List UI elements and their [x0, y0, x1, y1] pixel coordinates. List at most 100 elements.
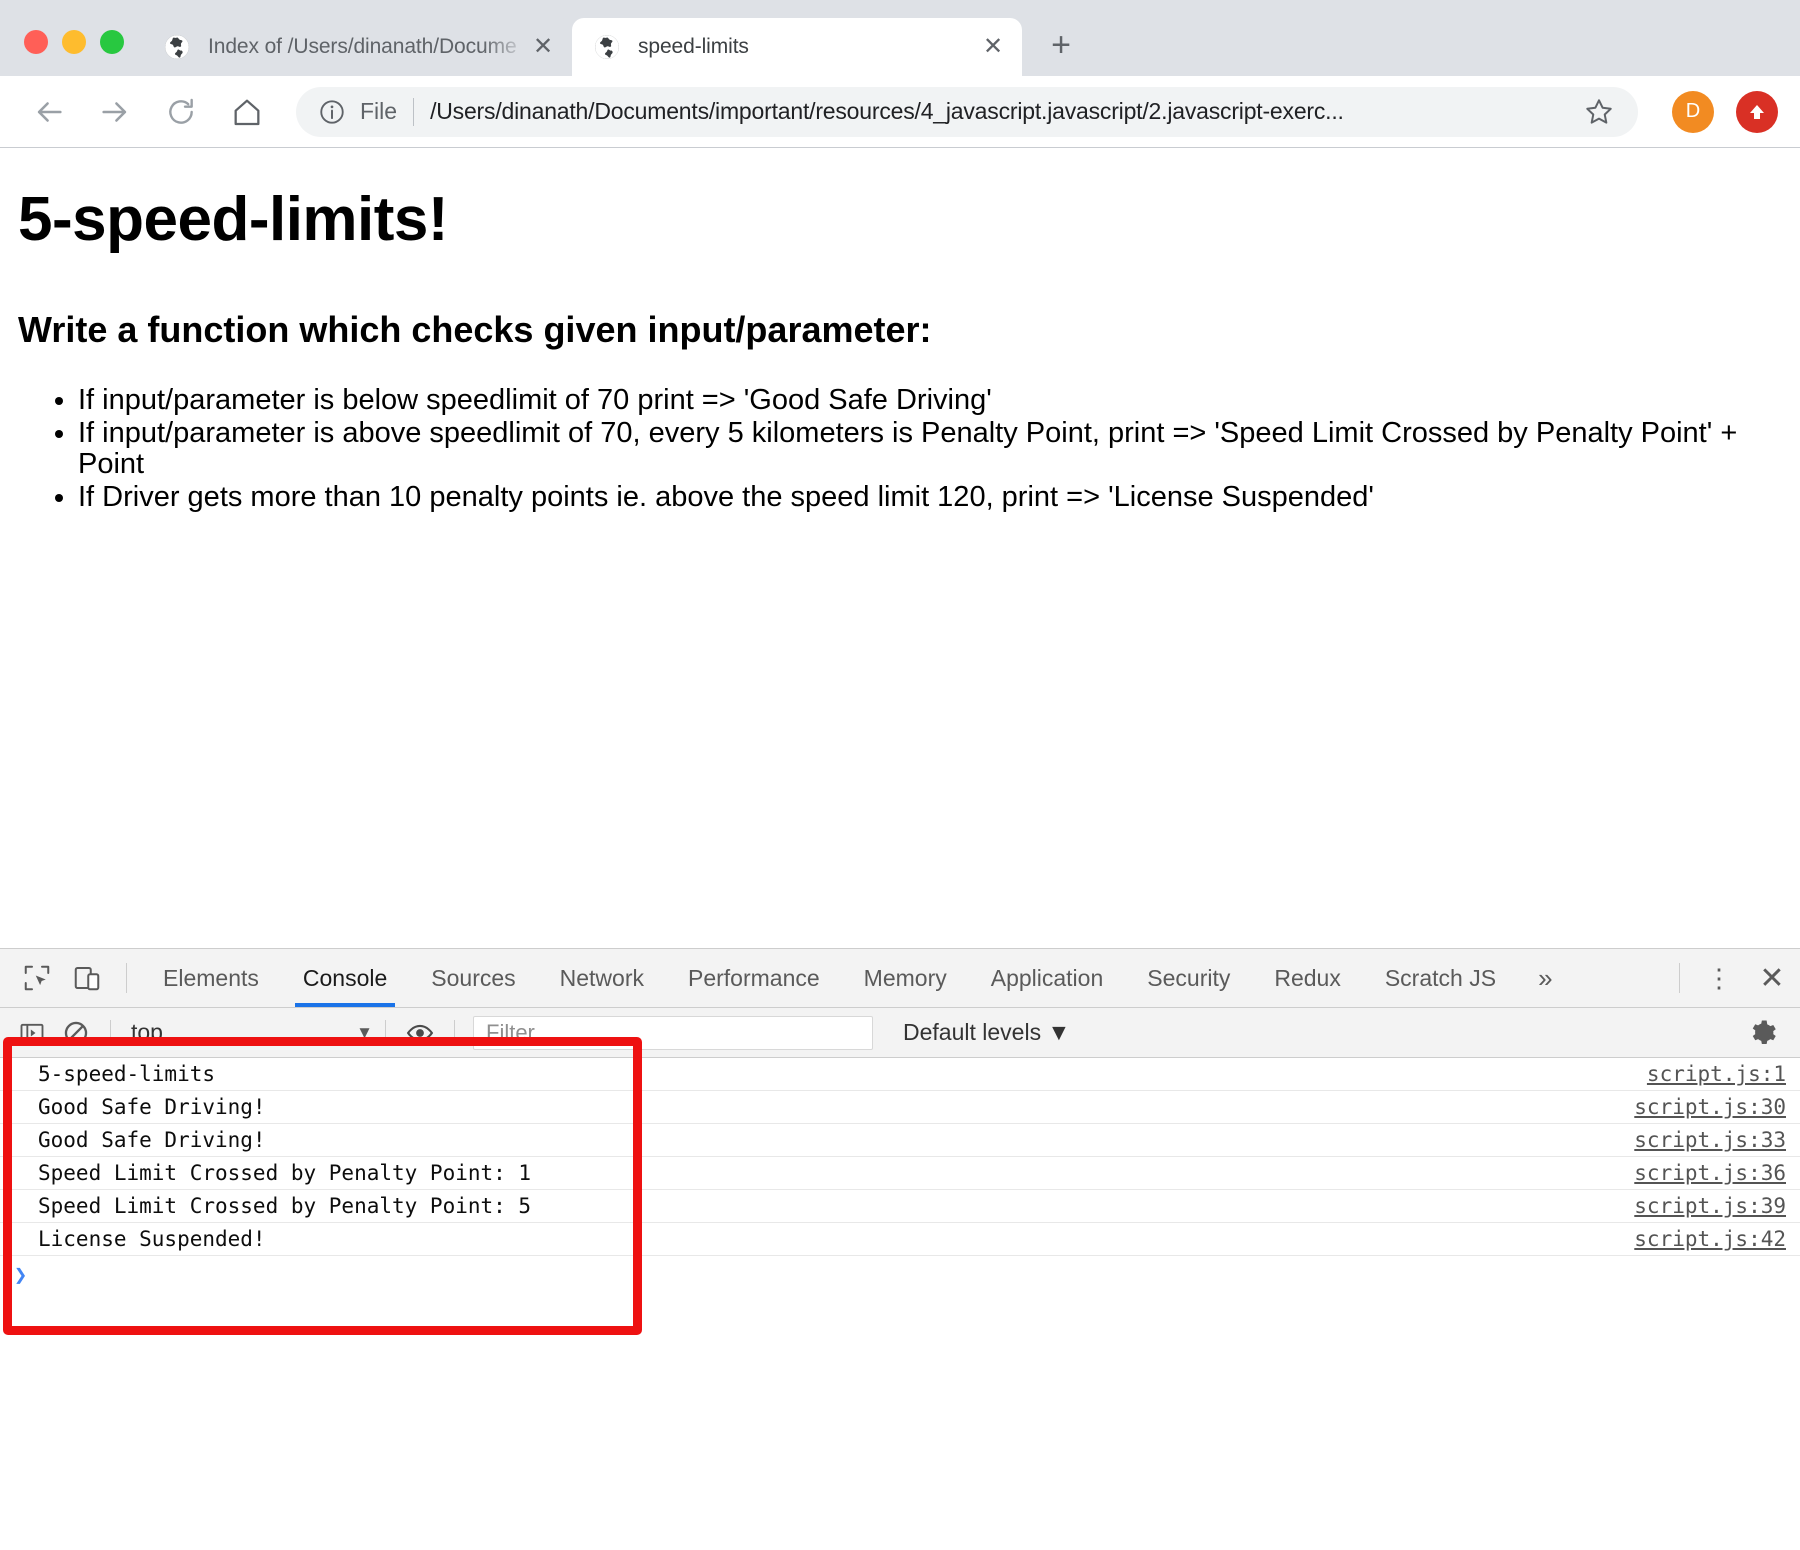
console-filter-input[interactable]: Filter [473, 1015, 873, 1050]
devtools-tabbar: Elements Console Sources Network Perform… [0, 949, 1800, 1008]
log-levels-dropdown[interactable]: Default levels ▼ [903, 1019, 1070, 1046]
maximize-window-button[interactable] [100, 30, 124, 54]
tab-title: Index of /Users/dinanath/Docume [208, 35, 517, 58]
close-tab-button[interactable]: ✕ [528, 32, 558, 62]
home-button[interactable] [220, 85, 274, 139]
console-filter-bar: top ▼ Filter Default levels ▼ [0, 1008, 1800, 1058]
clear-console-icon [64, 1021, 88, 1044]
toolbar-divider-right [1679, 963, 1680, 993]
page-subtitle: Write a function which checks given inpu… [18, 309, 932, 350]
inspect-element-button[interactable] [12, 949, 62, 1007]
gear-icon [1752, 1020, 1776, 1044]
console-row[interactable]: Speed Limit Crossed by Penalty Point: 1 … [0, 1157, 1800, 1190]
tab-redux[interactable]: Redux [1252, 949, 1362, 1007]
filterbar-divider-3 [454, 1019, 455, 1046]
info-circle-icon[interactable] [318, 98, 346, 126]
tab-title: speed-limits [638, 35, 749, 58]
tab-elements[interactable]: Elements [141, 949, 281, 1007]
live-expression-button[interactable] [398, 1011, 442, 1055]
requirements-list: If input/parameter is below speedlimit o… [18, 384, 1782, 513]
page-content: 5-speed-limits! Write a function which c… [0, 148, 1800, 948]
tab-application[interactable]: Application [969, 949, 1126, 1007]
update-button[interactable] [1736, 90, 1778, 133]
filterbar-divider-1 [110, 1019, 111, 1046]
window-controls [0, 30, 142, 76]
inspect-element-icon [24, 965, 50, 991]
toolbar-divider [126, 963, 127, 993]
tab-scratch-js[interactable]: Scratch JS [1363, 949, 1518, 1007]
list-item: If input/parameter is above speedlimit o… [78, 417, 1782, 480]
forward-button[interactable] [88, 85, 142, 139]
console-row[interactable]: Speed Limit Crossed by Penalty Point: 5 … [0, 1190, 1800, 1223]
console-source-link[interactable]: script.js:36 [1634, 1161, 1786, 1185]
back-button[interactable] [22, 85, 76, 139]
console-message: Speed Limit Crossed by Penalty Point: 5 [38, 1194, 532, 1218]
profile-avatar[interactable]: D [1672, 90, 1714, 133]
more-tabs-button[interactable]: » [1518, 949, 1572, 1007]
tab-performance[interactable]: Performance [666, 949, 842, 1007]
tab-sources[interactable]: Sources [409, 949, 537, 1007]
star-outline-icon [1586, 98, 1612, 124]
console-message: License Suspended! [38, 1227, 266, 1251]
console-row[interactable]: Good Safe Driving! script.js:33 [0, 1124, 1800, 1157]
console-sidebar-button[interactable] [10, 1011, 54, 1055]
filterbar-divider-2 [385, 1019, 386, 1046]
address-bar[interactable]: File /Users/dinanath/Documents/important… [296, 86, 1638, 137]
url-scheme-label: File [360, 98, 398, 124]
list-item: If Driver gets more than 10 penalty poin… [78, 482, 1782, 513]
reload-button[interactable] [154, 85, 208, 139]
execution-context-selector[interactable]: top ▼ [123, 1019, 373, 1046]
up-arrow-icon [1750, 104, 1764, 119]
log-levels-label: Default levels [903, 1019, 1042, 1045]
console-row[interactable]: License Suspended! script.js:42 [0, 1223, 1800, 1256]
console-source-link[interactable]: script.js:42 [1634, 1227, 1786, 1251]
console-message: Good Safe Driving! [38, 1128, 266, 1152]
tab-security[interactable]: Security [1125, 949, 1252, 1007]
home-icon [234, 99, 260, 125]
console-message: 5-speed-limits [38, 1062, 216, 1086]
device-toggle-icon [74, 967, 100, 991]
bookmark-star-button[interactable] [1582, 96, 1616, 128]
console-source-link[interactable]: script.js:30 [1634, 1095, 1786, 1119]
clear-console-button[interactable] [54, 1011, 98, 1055]
omnibox-divider [413, 97, 415, 126]
console-source-link[interactable]: script.js:39 [1634, 1194, 1786, 1218]
page-title: 5-speed-limits! [18, 185, 449, 254]
console-input-prompt[interactable]: ❯ [0, 1256, 1800, 1294]
prompt-caret-icon: ❯ [14, 1262, 28, 1288]
close-window-button[interactable] [24, 30, 48, 54]
back-arrow-icon [37, 101, 62, 122]
tabbar-spacer [1573, 949, 1665, 1007]
tab-strip: Index of /Users/dinanath/Docume ✕ speed-… [0, 0, 1800, 76]
tab-memory[interactable]: Memory [842, 949, 969, 1007]
console-output: 5-speed-limits script.js:1 Good Safe Dri… [0, 1058, 1800, 1294]
device-toolbar-button[interactable] [62, 949, 112, 1007]
console-message: Speed Limit Crossed by Penalty Point: 1 [38, 1161, 532, 1185]
console-source-link[interactable]: script.js:33 [1634, 1128, 1786, 1152]
globe-icon [595, 35, 619, 59]
console-settings-button[interactable] [1736, 1018, 1790, 1048]
live-expression-eye-icon [406, 1024, 434, 1041]
console-sidebar-icon [20, 1023, 44, 1042]
execution-context-value: top [131, 1019, 163, 1045]
reload-icon [169, 98, 193, 124]
console-source-link[interactable]: script.js:1 [1647, 1062, 1786, 1086]
forward-arrow-icon [102, 101, 127, 122]
url-text[interactable]: /Users/dinanath/Documents/important/reso… [430, 98, 1566, 125]
browser-chrome: Index of /Users/dinanath/Docume ✕ speed-… [0, 0, 1800, 148]
minimize-window-button[interactable] [62, 30, 86, 54]
devtools-menu-button[interactable]: ⋮ [1694, 949, 1744, 1007]
tab-console[interactable]: Console [281, 949, 409, 1007]
console-message: Good Safe Driving! [38, 1095, 266, 1119]
close-tab-button[interactable]: ✕ [978, 32, 1008, 62]
new-tab-button[interactable]: + [1038, 22, 1084, 68]
console-row[interactable]: Good Safe Driving! script.js:30 [0, 1091, 1800, 1124]
chevron-down-icon: ▼ [356, 1022, 373, 1042]
globe-icon [165, 35, 189, 59]
tab-network[interactable]: Network [538, 949, 666, 1007]
close-devtools-button[interactable]: ✕ [1744, 949, 1800, 1007]
browser-tab-active[interactable]: speed-limits ✕ [572, 18, 1022, 76]
console-row[interactable]: 5-speed-limits script.js:1 [0, 1058, 1800, 1091]
browser-tab-inactive[interactable]: Index of /Users/dinanath/Docume ✕ [142, 18, 572, 76]
chevron-down-icon: ▼ [1047, 1019, 1071, 1045]
